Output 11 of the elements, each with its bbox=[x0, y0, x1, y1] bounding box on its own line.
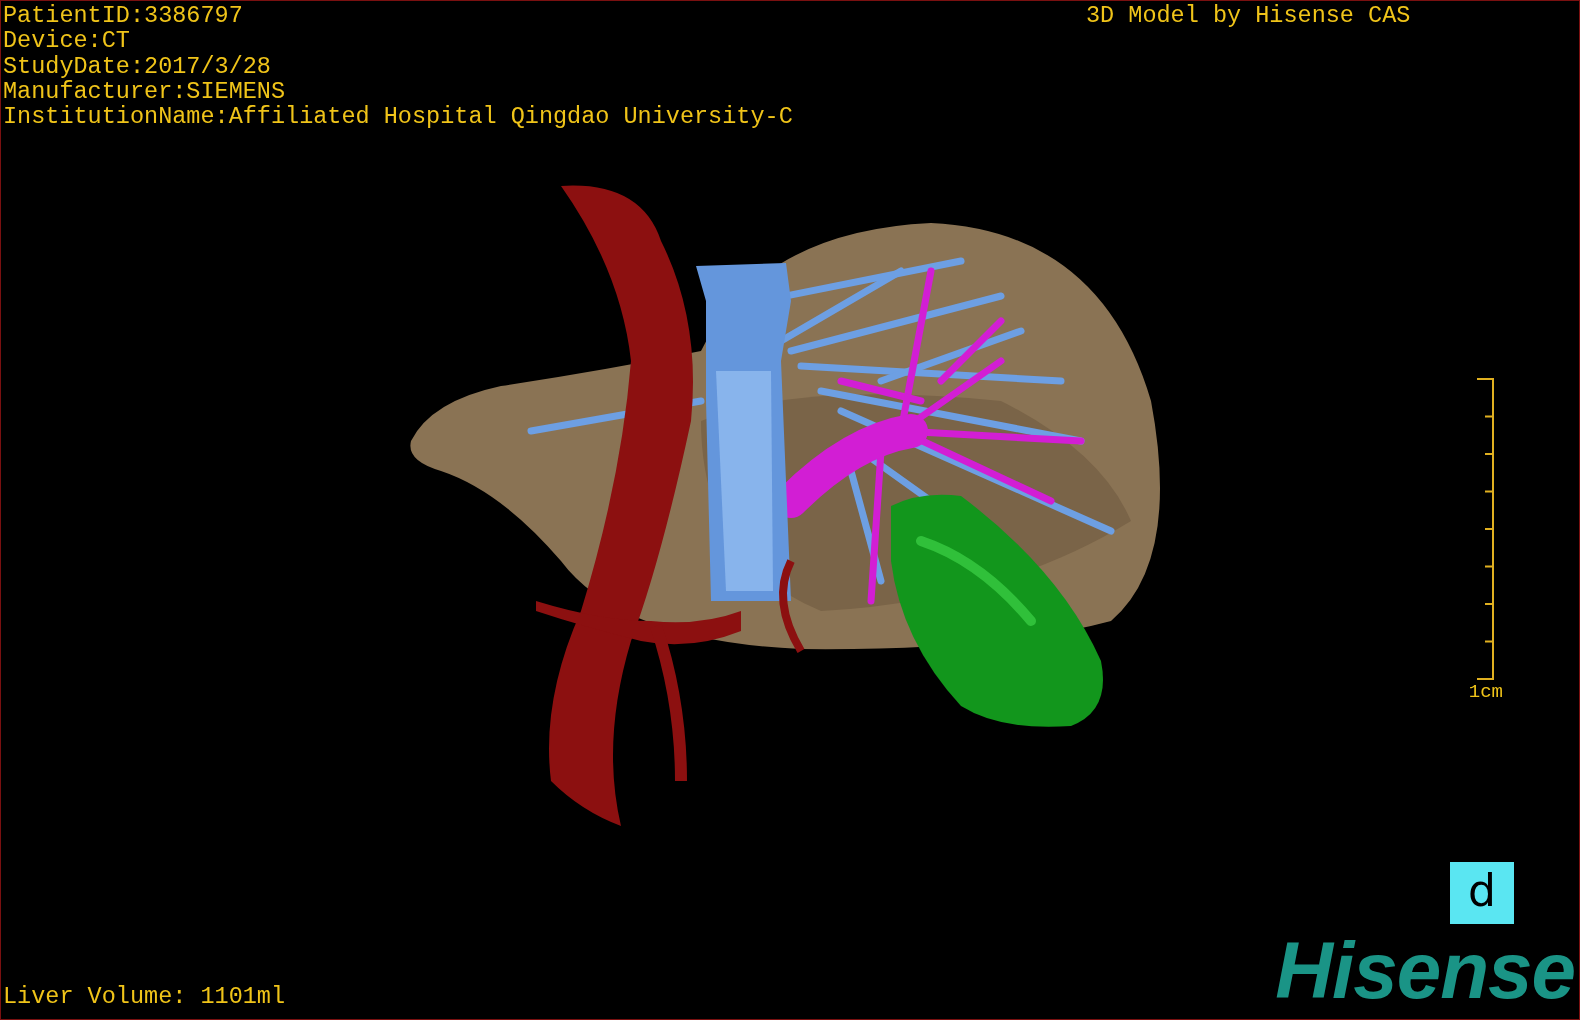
liver-volume-text: Liver Volume: 1101ml bbox=[3, 984, 286, 1010]
study-info-text: Manufacturer:SIEMENS bbox=[3, 78, 286, 105]
study-info-text: StudyDate:2017/3/28 bbox=[3, 53, 271, 79]
brand-logo: Hisense bbox=[1275, 931, 1575, 1011]
study-info-text: Device:CT bbox=[3, 28, 130, 54]
organ-model-drawing[interactable] bbox=[410, 185, 1160, 826]
study-info-text: InstitutionName:Affiliated Hospital Qingdao University-C bbox=[3, 104, 793, 130]
scale-label: 1cm bbox=[1468, 682, 1503, 702]
viewer-title: 3D Model by Hisense CAS bbox=[1086, 3, 1411, 28]
study-info-text: PatientID:3386797 bbox=[3, 3, 243, 29]
orientation-cube[interactable]: d bbox=[1450, 862, 1514, 924]
